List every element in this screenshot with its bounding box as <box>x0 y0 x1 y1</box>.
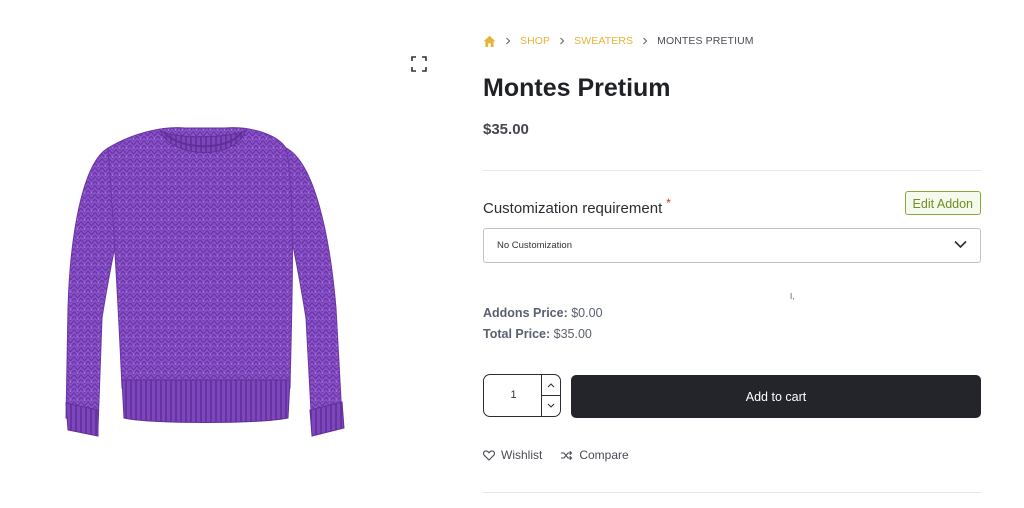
breadcrumb: SHOP SWEATERS MONTES PRETIUM <box>483 34 754 48</box>
wishlist-link[interactable]: Wishlist <box>483 448 542 462</box>
price-totals: Addons Price: $0.00 Total Price: $35.00 <box>483 303 603 345</box>
required-mark: * <box>666 196 671 210</box>
product-summary: SHOP SWEATERS MONTES PRETIUM Montes Pret… <box>483 0 981 508</box>
addons-price-label: Addons Price: <box>483 306 568 320</box>
addons-price-value: $0.00 <box>571 306 603 320</box>
text-cursor: I, <box>790 292 795 301</box>
addon-label: Customization requirement * <box>483 196 671 217</box>
addons-price-row: Addons Price: $0.00 <box>483 303 603 324</box>
divider <box>483 170 981 171</box>
customization-select-value: No Customization <box>497 240 572 251</box>
compare-link[interactable]: Compare <box>560 448 629 462</box>
breadcrumb-current: MONTES PRETIUM <box>657 35 754 47</box>
total-price-label: Total Price: <box>483 327 551 341</box>
quantity-stepper[interactable]: 1 <box>483 374 561 417</box>
shuffle-icon <box>561 450 573 460</box>
quantity-decrease-button[interactable] <box>542 395 560 416</box>
product-gallery <box>0 0 460 508</box>
product-price: $35.00 <box>483 121 529 138</box>
total-price-row: Total Price: $35.00 <box>483 324 603 345</box>
chevron-down-icon <box>547 403 555 408</box>
chevron-up-icon <box>547 383 555 388</box>
total-price-value: $35.00 <box>553 327 592 341</box>
heart-icon <box>483 449 495 461</box>
breadcrumb-link-sweaters[interactable]: SWEATERS <box>574 35 633 47</box>
addon-label-text: Customization requirement <box>483 200 663 217</box>
add-to-cart-button[interactable]: Add to cart <box>571 375 981 418</box>
divider <box>483 492 981 493</box>
breadcrumb-link-shop[interactable]: SHOP <box>520 35 550 47</box>
product-image[interactable] <box>60 118 350 448</box>
fullscreen-expand-icon[interactable] <box>410 55 428 73</box>
wishlist-label: Wishlist <box>501 448 543 462</box>
product-actions: Wishlist Compare <box>483 448 647 462</box>
quantity-increase-button[interactable] <box>542 375 560 395</box>
chevron-right-icon <box>643 37 648 45</box>
quantity-buttons <box>541 375 560 416</box>
quantity-input[interactable]: 1 <box>484 375 543 416</box>
chevron-down-icon <box>954 240 967 249</box>
customization-select[interactable]: No Customization <box>483 228 981 263</box>
chevron-right-icon <box>560 37 565 45</box>
compare-label: Compare <box>579 448 629 462</box>
home-icon[interactable] <box>483 35 496 48</box>
chevron-right-icon <box>506 37 511 45</box>
product-title: Montes Pretium <box>483 74 671 102</box>
edit-addon-button[interactable]: Edit Addon <box>904 191 981 215</box>
